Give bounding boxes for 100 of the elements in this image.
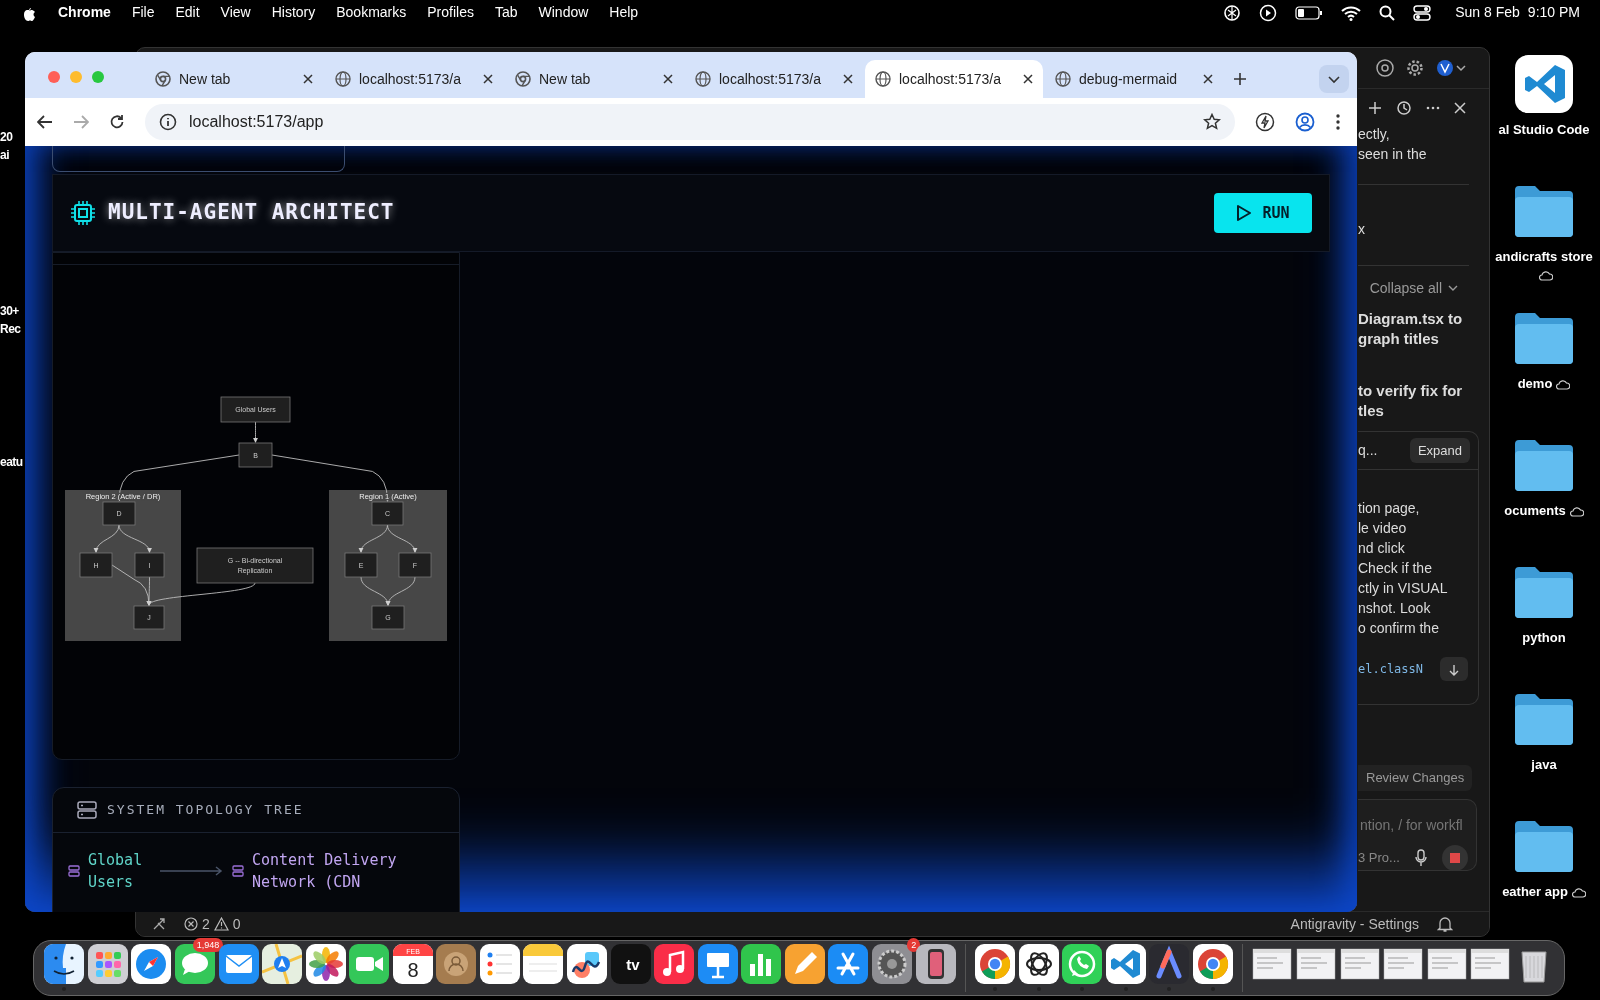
desktop-icon-label: ocuments — [1490, 502, 1598, 520]
close-icon[interactable] — [483, 74, 493, 84]
close-icon[interactable] — [843, 74, 853, 84]
chevron-down-icon[interactable] — [1447, 283, 1459, 293]
pencil-icon[interactable] — [784, 944, 825, 984]
plus-icon[interactable] — [1233, 72, 1247, 86]
star-icon[interactable] — [1203, 113, 1221, 131]
video-camera-icon[interactable] — [349, 944, 390, 984]
play-icon[interactable] — [1259, 3, 1278, 22]
task-text: o confirm the — [1358, 619, 1440, 638]
map-icon[interactable] — [262, 944, 303, 984]
podium-icon[interactable] — [697, 944, 738, 984]
arch-icon[interactable] — [1149, 944, 1190, 984]
menu-clock[interactable]: Sun 8 Feb 9:10 PM — [1455, 2, 1580, 23]
browser-tab[interactable]: New tab — [145, 60, 323, 98]
checklist-icon[interactable] — [479, 944, 520, 984]
face-icon[interactable] — [44, 944, 85, 984]
letter-a-icon[interactable] — [828, 944, 869, 984]
bell-icon[interactable] — [1437, 916, 1453, 932]
desktop-icon-label: java — [1530, 756, 1558, 774]
message-composer[interactable]: ntion, / for workfl 3 Pro... — [1358, 798, 1477, 871]
menu-item[interactable]: Profiles — [427, 2, 474, 23]
collapse-all-link[interactable]: Collapse all — [1369, 278, 1442, 299]
browser-tab[interactable]: localhost:5173/a — [865, 60, 1043, 98]
app-grid-icon[interactable] — [87, 944, 128, 984]
menu-item[interactable]: Window — [538, 2, 589, 23]
browser-tab[interactable]: localhost:5173/a — [325, 60, 503, 98]
phone-bubble-icon[interactable] — [1062, 944, 1103, 984]
expand-button[interactable]: Expand — [1409, 437, 1470, 464]
chat-input[interactable]: ntion, / for workfl — [1358, 813, 1476, 837]
search-icon[interactable] — [1379, 4, 1396, 21]
message-text: Diagram.tsx to — [1358, 309, 1464, 329]
menu-item[interactable]: History — [271, 2, 316, 23]
close-icon[interactable] — [1203, 74, 1213, 84]
tab-search-button[interactable] — [1319, 65, 1349, 93]
desktop-icon-label: python — [1521, 629, 1567, 647]
menu-item[interactable]: Help — [609, 2, 639, 23]
task-text: Check if the — [1358, 559, 1433, 578]
server-icon — [68, 865, 80, 877]
browser-circle-icon[interactable] — [1376, 59, 1394, 77]
info-icon[interactable] — [159, 113, 177, 131]
server-icon — [232, 865, 244, 877]
more-icon[interactable] — [1335, 113, 1341, 131]
close-icon[interactable] — [1023, 74, 1033, 84]
bar-chart-icon[interactable] — [741, 944, 782, 984]
desktop-icon-label: eatu — [0, 454, 23, 471]
person-icon[interactable] — [436, 944, 477, 984]
run-button[interactable]: RUN — [1214, 193, 1312, 233]
browser-tab[interactable]: localhost:5173/a — [685, 60, 863, 98]
task-text: ctly in VISUAL — [1358, 579, 1449, 598]
microphone-icon[interactable] — [1413, 848, 1428, 867]
menu-item[interactable]: File — [131, 2, 155, 23]
knot-icon[interactable] — [1018, 944, 1059, 984]
code-app-icon[interactable] — [1515, 55, 1573, 113]
avatar-icon[interactable] — [1436, 59, 1466, 77]
music-note-icon[interactable] — [654, 944, 695, 984]
battery-icon[interactable] — [1295, 5, 1324, 20]
menu-item[interactable]: Tab — [494, 2, 518, 23]
flower-icon[interactable] — [305, 944, 346, 984]
menu-item[interactable]: View — [220, 2, 251, 23]
browser-tab[interactable]: New tab — [505, 60, 683, 98]
settings-link[interactable]: Antigravity - Settings — [1290, 913, 1419, 935]
scroll-down-button[interactable] — [1440, 657, 1468, 681]
close-icon[interactable] — [663, 74, 673, 84]
menu-item[interactable]: Bookmarks — [336, 2, 407, 23]
toggle-icon[interactable] — [1413, 4, 1432, 21]
reload-icon[interactable] — [109, 114, 125, 130]
desktop-icon-label: demo — [1490, 375, 1598, 393]
compass-icon[interactable] — [131, 944, 172, 984]
address-bar[interactable]: localhost:5173/app — [145, 104, 1235, 140]
close-icon[interactable] — [303, 74, 313, 84]
globe-icon — [335, 71, 351, 87]
model-selector[interactable]: 3 Pro... — [1358, 847, 1400, 868]
server-icon — [77, 801, 97, 819]
back-icon[interactable] — [37, 115, 53, 129]
menu-item[interactable]: Edit — [175, 2, 200, 23]
notepad-icon[interactable] — [523, 944, 564, 984]
phone-icon[interactable] — [915, 944, 956, 984]
knot-icon[interactable] — [1223, 3, 1242, 22]
branch-icon[interactable] — [152, 917, 166, 931]
settings-icon[interactable] — [1406, 59, 1424, 77]
envelope-icon[interactable] — [218, 944, 259, 984]
problems-indicator[interactable]: 2 0 — [184, 913, 241, 935]
app-menu[interactable]: Chrome — [58, 2, 111, 23]
review-changes-button[interactable]: Review Changes — [1358, 765, 1473, 791]
profile-icon[interactable] — [1295, 112, 1315, 132]
browser-tab[interactable]: debug-mermaid — [1045, 60, 1223, 98]
history-icon[interactable] — [1396, 99, 1412, 116]
tree-node-label[interactable]: Content Delivery Network (CDN — [252, 849, 412, 893]
wifi-icon[interactable] — [1341, 4, 1362, 21]
tree-node-label[interactable]: Global Users — [88, 849, 160, 893]
lightning-icon[interactable] — [1255, 112, 1275, 132]
tv-icon[interactable]: tv — [610, 944, 651, 984]
code-text: el.classN — [1358, 660, 1424, 678]
notification-badge: 1,948 — [192, 938, 224, 952]
stop-button[interactable] — [1441, 844, 1468, 871]
squiggle-icon[interactable] — [567, 944, 608, 984]
gear-icon[interactable] — [871, 944, 912, 984]
code-app-icon[interactable] — [1105, 944, 1146, 984]
task-text: nd click — [1358, 539, 1406, 558]
